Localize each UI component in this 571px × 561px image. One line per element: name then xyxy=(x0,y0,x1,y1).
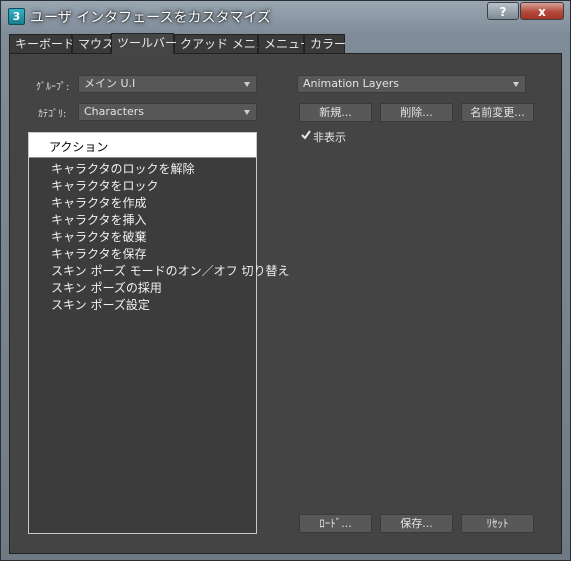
hide-checkbox[interactable] xyxy=(301,130,311,140)
list-item[interactable]: キャラクタを破棄 xyxy=(51,228,147,245)
list-item[interactable]: スキン ポーズ モードのオン／オフ 切り替え xyxy=(51,262,290,279)
category-value: Characters xyxy=(84,105,145,118)
group-dropdown[interactable]: メイン U.I xyxy=(78,75,257,93)
save-button[interactable]: 保存... xyxy=(380,514,453,533)
toolbar-panel: ｸﾞﾙｰﾌﾟ: メイン U.I ｶﾃｺﾞﾘ: Characters アクション … xyxy=(9,53,562,554)
list-item[interactable]: スキン ポーズの採用 xyxy=(51,279,162,296)
window-title: ユーザ インタフェースをカスタマイズ xyxy=(30,10,272,26)
chevron-down-icon xyxy=(513,82,519,87)
app-icon: 3 xyxy=(8,8,25,25)
close-button[interactable]: x xyxy=(520,2,564,20)
customize-ui-dialog: 3 ユーザ インタフェースをカスタマイズ ? x キーボード マウス ツールバー… xyxy=(0,0,571,561)
action-column-label: アクション xyxy=(49,140,109,154)
delete-button[interactable]: 削除... xyxy=(380,103,453,122)
category-label: ｶﾃｺﾞﾘ: xyxy=(38,109,67,120)
reset-button[interactable]: ﾘｾｯﾄ xyxy=(461,514,534,533)
action-list-header[interactable]: アクション xyxy=(29,133,256,158)
tab-mouse[interactable]: マウス xyxy=(72,34,114,53)
list-item[interactable]: キャラクタを作成 xyxy=(51,194,147,211)
new-button[interactable]: 新規... xyxy=(299,103,372,122)
toolbar-value: Animation Layers xyxy=(303,77,399,90)
chevron-down-icon xyxy=(244,82,250,87)
tab-color[interactable]: カラー xyxy=(304,34,346,53)
hide-label[interactable]: 非表示 xyxy=(313,129,346,145)
rename-button[interactable]: 名前変更... xyxy=(461,103,534,122)
list-item[interactable]: キャラクタを保存 xyxy=(51,245,147,262)
category-dropdown[interactable]: Characters xyxy=(78,103,257,121)
tab-keyboard[interactable]: キーボード xyxy=(9,34,75,53)
list-item[interactable]: スキン ポーズ設定 xyxy=(51,296,150,313)
list-item[interactable]: キャラクタのロックを解除 xyxy=(51,160,195,177)
action-list[interactable]: アクション キャラクタのロックを解除 キャラクタをロック キャラクタを作成 キャ… xyxy=(28,132,290,534)
chevron-down-icon xyxy=(244,110,250,115)
tab-quad-menu[interactable]: クアッド メニュー xyxy=(174,34,280,53)
tab-menu[interactable]: メニュー xyxy=(258,34,312,53)
list-item[interactable]: キャラクタをロック xyxy=(51,177,159,194)
title-bar[interactable]: 3 ユーザ インタフェースをカスタマイズ ? x xyxy=(1,1,570,31)
help-button[interactable]: ? xyxy=(487,2,519,20)
toolbar-dropdown[interactable]: Animation Layers xyxy=(297,75,526,93)
group-value: メイン U.I xyxy=(84,77,136,90)
list-item[interactable]: キャラクタを挿入 xyxy=(51,211,147,228)
group-label: ｸﾞﾙｰﾌﾟ: xyxy=(36,82,70,93)
tab-toolbar[interactable]: ツールバー xyxy=(111,33,177,54)
load-button[interactable]: ﾛｰﾄﾞ... xyxy=(299,514,372,533)
